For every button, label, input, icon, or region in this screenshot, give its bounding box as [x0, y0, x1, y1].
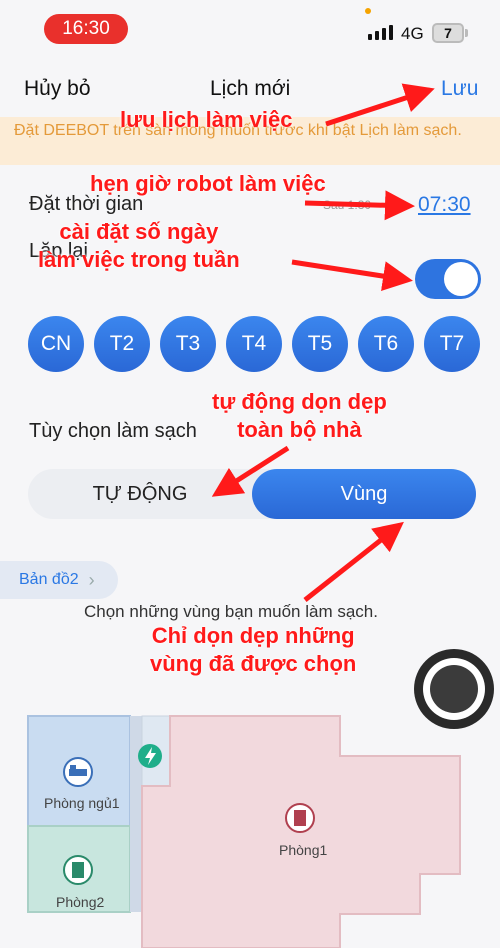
annotation-zone: Chỉ dọn dẹp những vùng đã được chọn [150, 623, 357, 676]
annotation-time: hẹn giờ robot làm việc [90, 171, 326, 196]
annotation-arrows [211, 83, 435, 602]
annotation-auto: tự động dọn dẹp toàn bộ nhà [212, 389, 387, 442]
annotation-days: cài đặt số ngày làm việc trong tuần [38, 219, 240, 272]
annotation-save: lưu lịch làm việc [120, 107, 293, 132]
